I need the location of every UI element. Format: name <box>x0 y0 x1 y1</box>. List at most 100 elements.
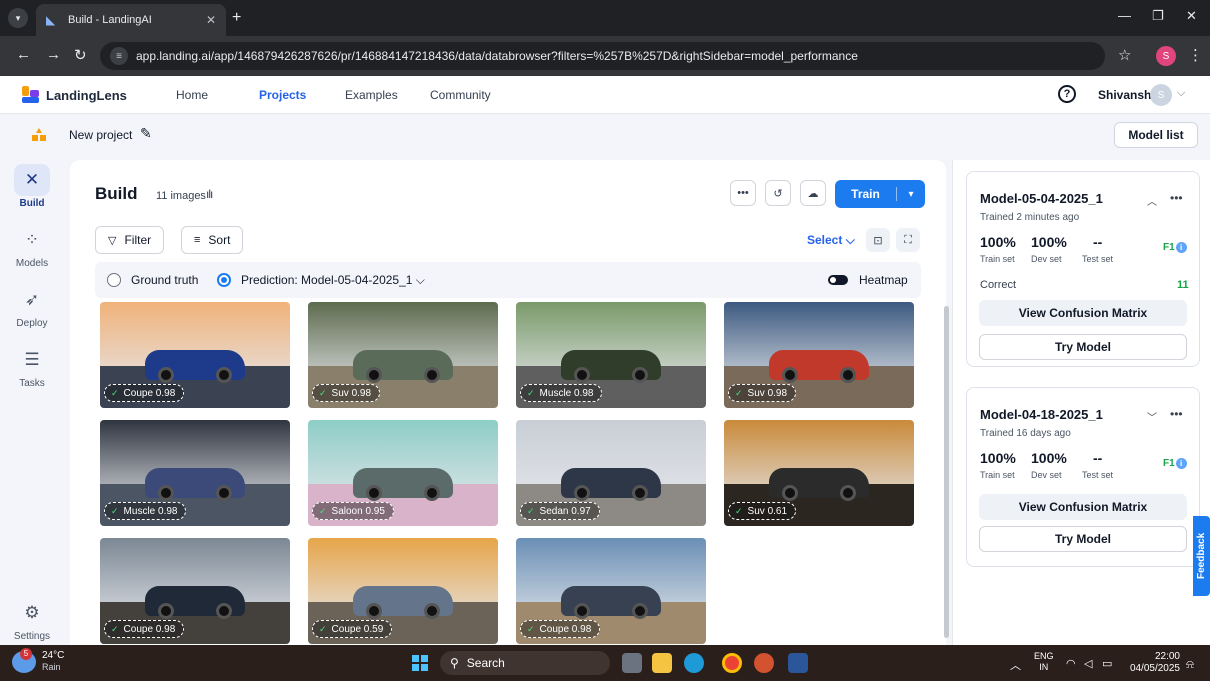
brand-logo[interactable]: LandingLens <box>22 86 127 104</box>
sort-icon: ≡ <box>194 234 201 246</box>
image-card[interactable]: ✓ Suv 0.98 <box>724 302 914 408</box>
wheel <box>574 485 590 501</box>
image-card[interactable]: ✓ Suv 0.61 <box>724 420 914 526</box>
taskbar-search[interactable]: ⚲ Search <box>440 651 610 675</box>
image-card[interactable]: ✓ Muscle 0.98 <box>516 302 706 408</box>
more-options-icon[interactable]: ••• <box>1170 407 1183 421</box>
restore-icon[interactable]: ❐ <box>1152 8 1164 24</box>
notification-bell-icon[interactable]: ⍾ <box>1186 657 1194 672</box>
task-view-icon[interactable] <box>622 653 642 673</box>
model-list-button[interactable]: Model list <box>1114 122 1198 148</box>
notification-badge: 5 <box>20 647 32 660</box>
try-model-button[interactable]: Try Model <box>979 334 1187 360</box>
select-dropdown[interactable]: Select ⌵ <box>807 233 855 248</box>
nav-link-home[interactable]: Home <box>176 88 208 102</box>
ground-truth-label: Ground truth <box>131 273 199 287</box>
help-icon[interactable]: ? <box>1058 85 1076 103</box>
wifi-icon[interactable]: ◠ <box>1066 657 1076 670</box>
info-icon[interactable]: i <box>1175 458 1187 469</box>
wheel <box>158 367 174 383</box>
user-name[interactable]: Shivansh <box>1098 88 1151 102</box>
info-icon[interactable]: i <box>1175 242 1187 253</box>
wheel <box>366 603 382 619</box>
image-card[interactable]: ✓ Coupe 0.59 <box>308 538 498 644</box>
image-card[interactable]: ✓ Coupe 0.98 <box>100 538 290 644</box>
scrollbar[interactable] <box>944 306 949 638</box>
train-button[interactable]: Train ▾ <box>835 180 925 208</box>
weather-icon: 5 <box>12 647 36 673</box>
build-panel: Build 11 images ılı ••• ↺ ☁ Train ▾ ▽ Fi… <box>70 160 946 645</box>
tab-search-icon[interactable]: ▾ <box>8 8 28 28</box>
address-bar[interactable]: ≡ app.landing.ai/app/146879426287626/pr/… <box>100 42 1105 70</box>
expand-icon[interactable]: ⛶ <box>896 228 920 252</box>
cloud-upload-icon[interactable]: ☁ <box>800 180 826 206</box>
rail-item-models[interactable]: ⁘ Models <box>0 224 64 269</box>
chrome-browser-icon[interactable] <box>722 653 742 673</box>
image-card[interactable]: ✓ Saloon 0.95 <box>308 420 498 526</box>
nav-link-community[interactable]: Community <box>430 88 491 102</box>
edge-browser-icon[interactable] <box>684 653 704 673</box>
edit-pencil-icon[interactable]: ✎ <box>140 125 152 142</box>
try-model-button[interactable]: Try Model <box>979 526 1187 552</box>
sort-button[interactable]: ≡ Sort <box>181 226 244 254</box>
tab-close-icon[interactable]: ✕ <box>206 13 216 27</box>
close-window-icon[interactable]: ✕ <box>1186 8 1197 24</box>
back-arrow-icon[interactable]: ← <box>16 46 31 63</box>
language-indicator[interactable]: ENG IN <box>1034 651 1054 673</box>
ground-truth-radio[interactable] <box>107 273 121 287</box>
battery-icon[interactable]: ▭ <box>1102 657 1112 670</box>
new-tab-icon[interactable]: + <box>232 9 241 27</box>
browser-tab[interactable]: ◣ Build - LandingAI ✕ <box>36 4 226 36</box>
file-explorer-icon[interactable] <box>652 653 672 673</box>
reload-icon[interactable]: ↻ <box>74 46 87 64</box>
image-card[interactable]: ✓ Suv 0.98 <box>308 302 498 408</box>
bookmark-star-icon[interactable]: ☆ <box>1118 46 1131 64</box>
more-options-button[interactable]: ••• <box>730 180 756 206</box>
site-settings-icon[interactable]: ≡ <box>110 47 128 65</box>
heatmap-toggle[interactable] <box>828 275 848 285</box>
minimize-icon[interactable]: — <box>1118 8 1131 23</box>
left-rail: ✕ Build ⁘ Models ➶ Deploy ☰ Tasks ⚙ Sett… <box>0 156 64 645</box>
check-icon: ✓ <box>111 505 119 516</box>
feedback-tab[interactable]: Feedback <box>1193 516 1210 596</box>
image-card[interactable]: ✓ Coupe 0.98 <box>516 538 706 644</box>
view-confusion-matrix-button[interactable]: View Confusion Matrix <box>979 300 1187 326</box>
rail-item-deploy[interactable]: ➶ Deploy <box>0 284 64 329</box>
filter-button[interactable]: ▽ Filter <box>95 226 165 254</box>
windows-start-icon[interactable] <box>412 655 428 671</box>
check-icon: ✓ <box>527 505 535 516</box>
train-set-score: 100% <box>980 450 1016 466</box>
clock[interactable]: 22:00 04/05/2025 <box>1128 651 1180 675</box>
view-confusion-matrix-button[interactable]: View Confusion Matrix <box>979 494 1187 520</box>
focus-icon[interactable]: ⊡ <box>866 228 890 252</box>
prediction-radio[interactable] <box>217 273 231 287</box>
browser-profile-avatar[interactable]: S <box>1156 46 1176 66</box>
powerpoint-icon[interactable] <box>754 653 774 673</box>
weather-widget[interactable]: 5 24°C Rain <box>12 647 64 673</box>
chevron-up-icon[interactable]: ︿ <box>1010 657 1021 673</box>
chevron-up-icon[interactable]: ︿ <box>1147 193 1157 208</box>
image-card[interactable]: ✓ Coupe 0.98 <box>100 302 290 408</box>
rail-item-build[interactable]: ✕ Build <box>0 164 64 209</box>
chevron-down-icon[interactable]: ﹀ <box>1147 409 1157 424</box>
rail-item-settings[interactable]: ⚙ Settings <box>0 597 64 642</box>
image-card[interactable]: ✓ Sedan 0.97 <box>516 420 706 526</box>
bar-chart-icon[interactable]: ılı <box>206 187 213 201</box>
rail-item-tasks[interactable]: ☰ Tasks <box>0 344 64 389</box>
more-options-icon[interactable]: ••• <box>1170 191 1183 205</box>
nav-link-projects[interactable]: Projects <box>259 88 306 102</box>
dev-set-label: Dev set <box>1031 254 1062 264</box>
word-icon[interactable] <box>788 653 808 673</box>
prediction-dropdown[interactable]: Prediction: Model-05-04-2025_1 ⌵ <box>241 273 425 288</box>
nav-link-examples[interactable]: Examples <box>345 88 398 102</box>
prediction-badge: ✓ Suv 0.98 <box>728 384 797 402</box>
browser-menu-icon[interactable]: ⋮ <box>1188 46 1203 64</box>
history-icon[interactable]: ↺ <box>765 180 791 206</box>
wheel <box>424 603 440 619</box>
chevron-down-icon[interactable]: ▾ <box>897 189 925 200</box>
volume-icon[interactable]: ◁ <box>1084 657 1092 670</box>
image-card[interactable]: ✓ Muscle 0.98 <box>100 420 290 526</box>
user-avatar[interactable]: S <box>1150 84 1172 106</box>
forward-arrow-icon[interactable]: → <box>46 46 61 63</box>
chevron-down-icon[interactable]: ⌵ <box>1177 87 1185 100</box>
